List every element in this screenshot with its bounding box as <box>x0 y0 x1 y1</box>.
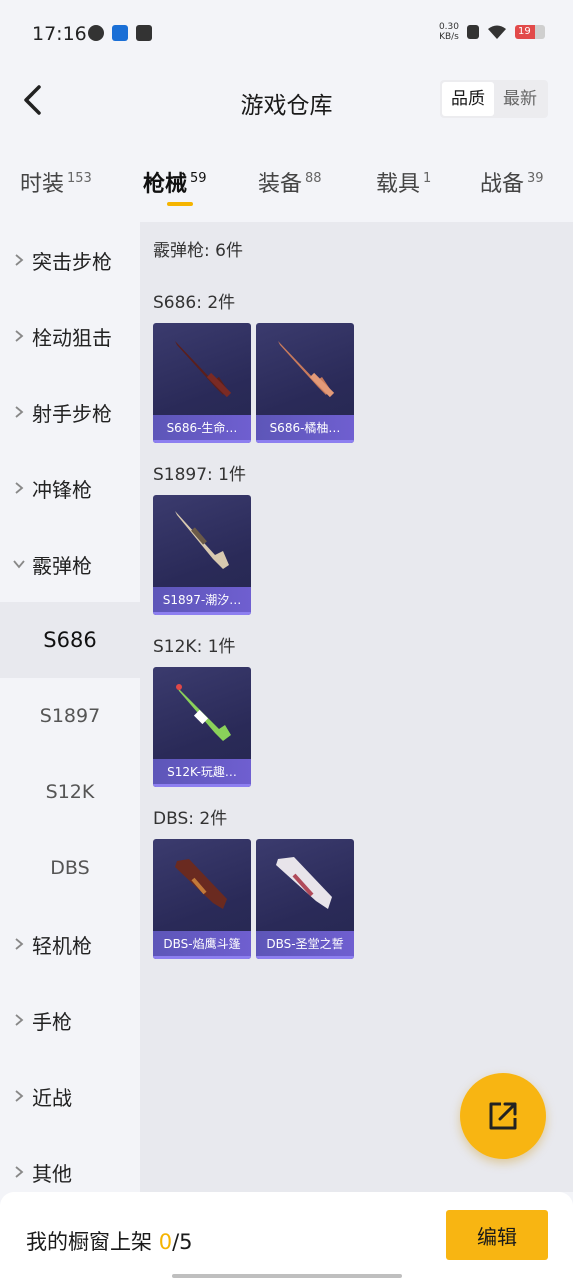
edit-button[interactable]: 编辑 <box>446 1210 548 1260</box>
sidebar-item-lmg[interactable]: 轻机枪 <box>0 906 140 982</box>
notification-icons <box>88 25 152 41</box>
sidebar-item-assault-rifle[interactable]: 突击步枪 <box>0 222 140 298</box>
chevron-right-icon <box>12 1013 26 1027</box>
weapon-card[interactable]: DBS-焰鹰斗篷 <box>153 839 251 959</box>
header: 游戏仓库 品质 最新 <box>0 58 573 144</box>
shotgun-skin-image <box>276 857 332 909</box>
chevron-right-icon <box>12 481 26 495</box>
status-right: 0.30 KB/s 19 <box>438 22 545 42</box>
weapon-card[interactable]: S686-生命… <box>153 323 251 443</box>
chevron-right-icon <box>12 937 26 951</box>
showcase-status: 我的橱窗上架 0/5 <box>26 1230 193 1254</box>
active-tab-indicator <box>167 202 193 206</box>
app-notification-icon <box>112 25 128 41</box>
tab-firearms[interactable]: 枪械 59 <box>143 166 207 198</box>
sidebar-item-other[interactable]: 其他 <box>0 1134 140 1192</box>
share-button[interactable] <box>460 1073 546 1159</box>
sidebar-sub-dbs[interactable]: DBS <box>0 830 140 906</box>
net-speed: 0.30 KB/s <box>438 22 459 42</box>
sidebar-sub-s686[interactable]: S686 <box>0 602 140 678</box>
weapon-card[interactable]: S12K-玩趣… <box>153 667 251 787</box>
battery-icon: 19 <box>515 25 545 39</box>
shotgun-skin-image <box>175 341 232 398</box>
message-notification-icon <box>136 25 152 41</box>
tab-equipment[interactable]: 装备 88 <box>258 166 322 198</box>
weapon-card[interactable]: S686-橘柚… <box>256 323 354 443</box>
status-bar: 17:16 0.30 KB/s 19 <box>0 0 573 58</box>
sidebar-sub-s12k[interactable]: S12K <box>0 754 140 830</box>
tab-fashion[interactable]: 时装 153 <box>20 166 92 198</box>
sidebar-item-melee[interactable]: 近战 <box>0 1058 140 1134</box>
shotgun-skin-image <box>175 511 229 569</box>
bottom-bar: 我的橱窗上架 0/5 编辑 <box>0 1192 573 1280</box>
home-indicator[interactable] <box>172 1274 402 1278</box>
chevron-right-icon <box>12 253 26 267</box>
sidebar-item-shotgun[interactable]: 霰弹枪 <box>0 526 140 602</box>
chevron-right-icon <box>12 1089 26 1103</box>
sort-newest-button[interactable]: 最新 <box>494 82 546 116</box>
tab-vehicles[interactable]: 载具 1 <box>376 166 431 198</box>
sidebar: 突击步枪 栓动狙击 射手步枪 冲锋枪 霰弹枪 S686 S1897 S12K D… <box>0 222 140 1192</box>
tab-combat-gear[interactable]: 战备 39 <box>480 166 544 198</box>
sidebar-sub-s1897[interactable]: S1897 <box>0 678 140 754</box>
weapon-card[interactable]: S1897-潮汐… <box>153 495 251 615</box>
weapon-card[interactable]: DBS-圣堂之誓 <box>256 839 354 959</box>
sidebar-item-pistol[interactable]: 手枪 <box>0 982 140 1058</box>
chevron-right-icon <box>12 405 26 419</box>
chevron-right-icon <box>12 1165 26 1179</box>
status-time: 17:16 <box>32 23 87 45</box>
shotgun-skin-image <box>176 684 231 741</box>
group-title-s1897: S1897: 1件 <box>153 465 247 485</box>
category-tabs: 时装 153 枪械 59 装备 88 载具 1 战备 39 <box>0 156 573 216</box>
chevron-right-icon <box>12 329 26 343</box>
group-title-s12k: S12K: 1件 <box>153 637 236 657</box>
group-title-s686: S686: 2件 <box>153 293 236 313</box>
wifi-icon <box>488 25 506 39</box>
shotgun-skin-image <box>175 859 227 909</box>
shotgun-skin-image <box>278 341 335 398</box>
sidebar-item-bolt-sniper[interactable]: 栓动狙击 <box>0 298 140 374</box>
shotgun-summary: 霰弹枪: 6件 <box>153 241 243 261</box>
sim-icon <box>467 25 479 39</box>
chevron-down-icon <box>12 557 26 571</box>
showcase-count: 0 <box>158 1230 173 1254</box>
sidebar-item-marksman-rifle[interactable]: 射手步枪 <box>0 374 140 450</box>
sidebar-item-smg[interactable]: 冲锋枪 <box>0 450 140 526</box>
external-link-icon <box>489 1102 517 1130</box>
sort-toggle: 品质 最新 <box>440 80 548 118</box>
weapon-list: 霰弹枪: 6件 S686: 2件 S686-生命… S686-橘柚… S1897… <box>140 222 573 1192</box>
group-title-dbs: DBS: 2件 <box>153 809 228 829</box>
sort-quality-button[interactable]: 品质 <box>442 82 494 116</box>
leaf-notification-icon <box>88 25 104 41</box>
